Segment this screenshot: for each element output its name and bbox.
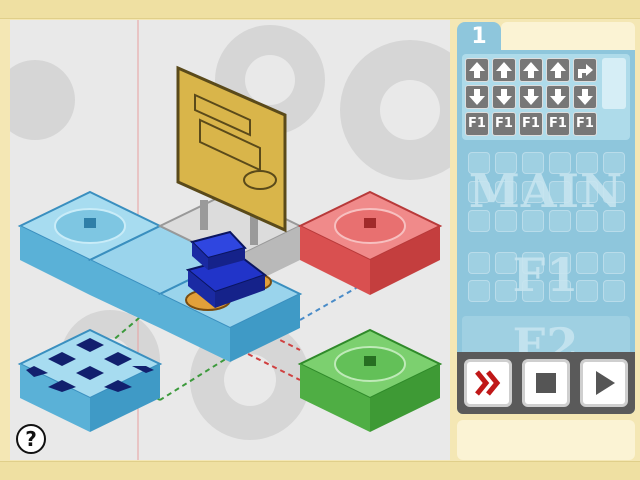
- program-panel: 1 F1 F1 F1 F1 F1 MAIN F1 F2: [457, 22, 635, 414]
- up-arrow-icon[interactable]: [519, 58, 543, 82]
- f1-command-button[interactable]: F1: [573, 112, 597, 136]
- program-slot[interactable]: [495, 210, 517, 232]
- program-slot[interactable]: [468, 181, 490, 203]
- f1-command-button[interactable]: F1: [546, 112, 570, 136]
- red-goal-tile: [297, 190, 443, 295]
- program-slot[interactable]: [522, 210, 544, 232]
- play-button[interactable]: [580, 359, 628, 407]
- up-arrow-icon[interactable]: [492, 58, 516, 82]
- program-slot[interactable]: [468, 210, 490, 232]
- help-button[interactable]: ?: [16, 424, 46, 454]
- play-icon: [596, 371, 615, 395]
- game-board[interactable]: [10, 20, 450, 460]
- program-slot[interactable]: [603, 181, 625, 203]
- program-slot[interactable]: [468, 252, 490, 274]
- f1-command-button[interactable]: F1: [492, 112, 516, 136]
- program-slot[interactable]: [576, 210, 598, 232]
- program-slot[interactable]: [522, 181, 544, 203]
- program-slot[interactable]: [549, 280, 571, 302]
- f1-command-button[interactable]: F1: [465, 112, 489, 136]
- f1-program-area[interactable]: F1: [462, 246, 630, 308]
- level-tab[interactable]: 1: [457, 22, 501, 52]
- program-slot[interactable]: [468, 152, 490, 174]
- top-frame: [0, 0, 640, 19]
- program-slot[interactable]: [549, 252, 571, 274]
- program-slot[interactable]: [603, 210, 625, 232]
- program-slot[interactable]: [522, 152, 544, 174]
- stop-button[interactable]: [522, 359, 570, 407]
- program-slot[interactable]: [576, 252, 598, 274]
- bottom-frame: [0, 461, 640, 480]
- program-slot[interactable]: [603, 252, 625, 274]
- program-slot[interactable]: [495, 280, 517, 302]
- program-slot[interactable]: [522, 280, 544, 302]
- fast-forward-icon: [475, 370, 501, 396]
- program-slot[interactable]: [603, 280, 625, 302]
- command-palette: F1 F1 F1 F1 F1: [462, 54, 630, 140]
- main-program-area[interactable]: MAIN: [462, 146, 630, 240]
- down-arrow-icon[interactable]: [546, 85, 570, 109]
- program-slot[interactable]: [495, 252, 517, 274]
- tab-strip: [501, 22, 635, 50]
- program-slot[interactable]: [549, 210, 571, 232]
- program-slot[interactable]: [468, 280, 490, 302]
- up-arrow-icon[interactable]: [546, 58, 570, 82]
- turn-right-arrow-icon[interactable]: [573, 58, 597, 82]
- palette-scroll-panel: [602, 58, 626, 109]
- program-slot[interactable]: [576, 152, 598, 174]
- down-arrow-icon[interactable]: [465, 85, 489, 109]
- playback-controls: [457, 352, 635, 414]
- program-slot[interactable]: [549, 181, 571, 203]
- program-slot[interactable]: [576, 280, 598, 302]
- stop-icon: [536, 373, 556, 393]
- green-goal-tile: [297, 328, 443, 432]
- up-arrow-icon[interactable]: [465, 58, 489, 82]
- program-slot[interactable]: [603, 152, 625, 174]
- status-strip: [457, 420, 635, 460]
- program-slot[interactable]: [495, 181, 517, 203]
- program-slot[interactable]: [549, 152, 571, 174]
- program-slot[interactable]: [522, 252, 544, 274]
- fast-forward-button[interactable]: [464, 359, 512, 407]
- down-arrow-icon[interactable]: [573, 85, 597, 109]
- program-slot[interactable]: [576, 181, 598, 203]
- down-arrow-icon[interactable]: [519, 85, 543, 109]
- down-arrow-icon[interactable]: [492, 85, 516, 109]
- program-slot[interactable]: [495, 152, 517, 174]
- f1-command-button[interactable]: F1: [519, 112, 543, 136]
